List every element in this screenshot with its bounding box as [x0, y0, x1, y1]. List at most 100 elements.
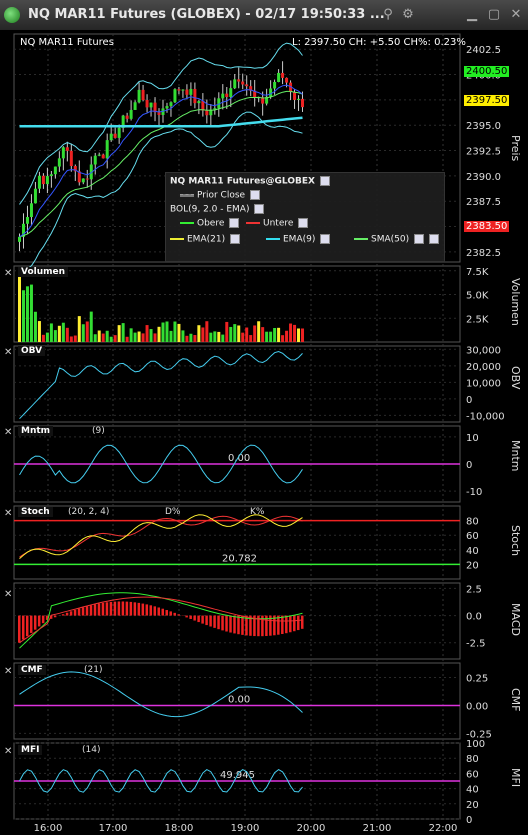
macd-histogram-bar — [121, 601, 125, 616]
volume-bar — [173, 321, 177, 342]
macd-histogram-bar — [233, 615, 236, 634]
candle-body — [297, 98, 301, 100]
volume-tick-label: 7.5K — [466, 267, 489, 278]
mfi-tick-label: 40 — [466, 785, 479, 796]
candle-body — [233, 79, 237, 89]
volume-bar — [281, 335, 285, 342]
volume-label: Volumen — [18, 267, 69, 277]
cmf-close-icon[interactable]: ✕ — [4, 666, 12, 677]
volume-bar — [169, 330, 173, 342]
volume-bar — [229, 326, 233, 342]
legend-untere[interactable]: Untere — [246, 218, 309, 229]
candle-body — [221, 93, 225, 99]
volume-bar — [53, 330, 57, 342]
candle-body — [229, 88, 233, 97]
mfi-tick-label: 100 — [466, 739, 485, 750]
stoch-close-icon[interactable]: ✕ — [4, 508, 12, 519]
obv-axis-title: OBV — [509, 366, 522, 390]
pin-icon[interactable]: ⚲ — [380, 7, 396, 23]
volume-bar — [265, 331, 269, 342]
volume-bar — [61, 322, 65, 342]
obv-close-icon[interactable]: ✕ — [4, 347, 12, 358]
candle-body — [61, 147, 65, 159]
legend-bol[interactable]: BOL(9, 2.0 - EMA) — [170, 204, 265, 215]
macd-histogram-bar — [137, 602, 141, 616]
stoch-band-value: 20.782 — [222, 553, 257, 564]
legend-prior-close[interactable]: Prior Close — [180, 190, 260, 201]
legend-ema9[interactable]: EMA(9) — [266, 234, 331, 245]
macd-histogram-bar — [205, 615, 208, 626]
volume-bar — [285, 330, 289, 342]
volume-bar — [137, 331, 141, 342]
macd-histogram-bar — [297, 615, 300, 631]
candle-body — [101, 154, 105, 159]
macd-histogram-bar — [53, 615, 57, 618]
stoch-axis-title: Stoch — [509, 525, 522, 557]
volume-bar — [81, 324, 85, 342]
candle-body — [97, 154, 101, 156]
volume-bar — [153, 333, 157, 342]
macd-histogram-bar — [33, 615, 37, 630]
legend-sma50[interactable]: SMA(50) — [354, 234, 439, 245]
candle-body — [65, 147, 69, 151]
macd-histogram-bar — [113, 601, 117, 616]
candle-body — [177, 89, 181, 91]
volume-bar — [177, 323, 181, 342]
volume-bar — [245, 327, 249, 342]
obv-tick-label: 10,000 — [466, 378, 501, 389]
macd-histogram-bar — [289, 615, 292, 633]
price-tick-label: 2390.0 — [466, 172, 501, 183]
legend-obere[interactable]: Obere — [180, 218, 240, 229]
macd-histogram-bar — [193, 615, 196, 621]
volume-bar — [141, 333, 145, 342]
candle-body — [165, 106, 169, 109]
macd-histogram-bar — [161, 608, 164, 616]
macd-histogram-bar — [213, 615, 216, 628]
volume-bar — [85, 321, 89, 342]
candle-body — [149, 102, 153, 108]
volume-bar — [165, 321, 169, 342]
cmf-tick-label: 0.25 — [466, 674, 488, 685]
candle-body — [45, 176, 49, 185]
window-titlebar[interactable]: NQ MAR11 Futures (GLOBEX) - 02/17 19:50:… — [0, 0, 528, 31]
price-status-text: L: 2397.50 CH: +5.50 CH%: 0.23% — [292, 37, 466, 48]
minimize-icon[interactable]: ▁ — [464, 7, 480, 23]
chart-canvas[interactable]: 16:00 17:00 18:00 19:00 20:00 21:00 22:00 2402.… — [0, 30, 528, 835]
cmf-param: (21) — [84, 665, 103, 675]
mfi-close-icon[interactable]: ✕ — [4, 746, 12, 757]
settings-icon[interactable]: ⚙ — [400, 7, 416, 23]
high-price-tag: 2400.50 — [464, 66, 510, 77]
price-tick-label: 2402.5 — [466, 45, 501, 56]
legend-title-checkbox[interactable] — [320, 176, 331, 186]
mntm-axis-title: Mntm — [509, 440, 522, 472]
price-tick-label: 2392.5 — [466, 147, 501, 158]
mfi-param: (14) — [82, 745, 101, 755]
mntm-close-icon[interactable]: ✕ — [4, 427, 12, 438]
time-tick-label: 22:00 — [429, 823, 458, 834]
candle-body — [245, 84, 249, 87]
volume-bar — [261, 327, 265, 342]
close-icon[interactable]: ✕ — [508, 7, 524, 23]
macd-histogram-bar — [185, 615, 188, 618]
cmf-axis-title: CMF — [509, 688, 522, 712]
volume-bar — [185, 335, 189, 342]
volume-bar — [241, 332, 245, 342]
window-title: NQ MAR11 Futures (GLOBEX) - 02/17 19:50:… — [28, 7, 385, 22]
price-tick-label: 2387.5 — [466, 197, 501, 208]
volume-bar — [149, 329, 153, 342]
macd-axis-title: MACD — [509, 603, 522, 636]
volume-bar — [37, 321, 41, 342]
volume-close-icon[interactable]: ✕ — [4, 268, 12, 279]
macd-close-icon[interactable]: ✕ — [4, 589, 12, 600]
legend-ema21[interactable]: EMA(21) — [170, 234, 240, 245]
candle-body — [109, 133, 113, 141]
cmf-tick-label: 0.00 — [466, 701, 488, 712]
candle-body — [145, 100, 149, 108]
candle-body — [201, 101, 205, 111]
time-tick-label: 16:00 — [34, 823, 63, 834]
macd-histogram-bar — [117, 601, 121, 616]
indicator-legend: NQ MAR11 Futures@GLOBEX Prior Close BOL(… — [165, 172, 445, 262]
maximize-icon[interactable]: ▢ — [486, 7, 502, 23]
macd-tick-label: 2.5 — [466, 584, 482, 595]
candle-body — [137, 89, 141, 103]
